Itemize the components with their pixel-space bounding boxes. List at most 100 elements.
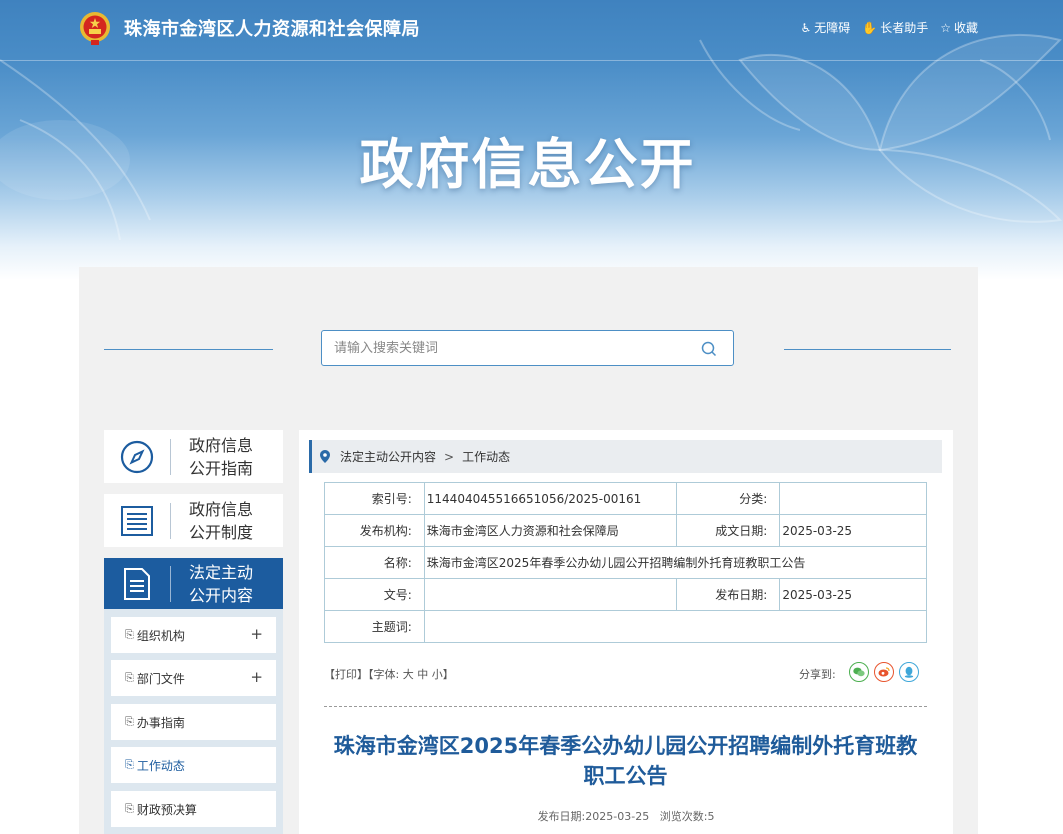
sub-item-organization[interactable]: ⎘ 组织机构 + <box>111 617 276 653</box>
weibo-icon <box>878 667 890 677</box>
compass-icon <box>120 440 154 473</box>
qq-share-button[interactable] <box>899 662 919 682</box>
weibo-share-button[interactable] <box>874 662 894 682</box>
content-panel: 法定主动公开内容 > 工作动态 索引号: 114404045516651056/… <box>299 430 953 834</box>
table-row: 文号: 发布日期: 2025-03-25 <box>324 578 927 611</box>
elder-helper-icon: ✋ <box>862 20 878 35</box>
article-meta: 发布日期:2025-03-25 浏览次数:5 <box>299 808 953 824</box>
nav-card-divider <box>170 438 171 475</box>
subject-value <box>423 610 928 643</box>
sub-item-label: 工作动态 <box>136 758 185 773</box>
print-button[interactable]: 【打印】 <box>324 668 368 681</box>
search-box <box>321 330 734 366</box>
nav-card-label: 政府信息 公开指南 <box>189 435 254 478</box>
created-date-value: 2025-03-25 <box>779 514 927 547</box>
sub-item-label: 办事指南 <box>136 715 185 730</box>
wechat-share-button[interactable] <box>849 662 869 682</box>
search-icon[interactable] <box>701 341 717 357</box>
nav-card-label: 法定主动 公开内容 <box>189 563 254 605</box>
nav-card-divider <box>170 502 171 539</box>
breadcrumb: 法定主动公开内容 > 工作动态 <box>309 440 942 473</box>
sub-item-budget[interactable]: ⎘ 财政预决算 <box>111 791 276 827</box>
category-label: 分类: <box>675 482 781 515</box>
article-views-label: 浏览次数: <box>659 810 708 823</box>
accessibility-icon: ♿ <box>800 20 812 35</box>
publisher-value: 珠海市金湾区人力资源和社会保障局 <box>423 514 677 547</box>
table-row: 发布机构: 珠海市金湾区人力资源和社会保障局 成文日期: 2025-03-25 <box>324 514 927 547</box>
publish-date-label: 发布日期: <box>675 578 781 611</box>
hero-title: 政府信息公开 <box>359 133 696 196</box>
accessibility-label: 无障碍 <box>814 21 851 35</box>
national-emblem-icon <box>80 12 110 45</box>
nav-card-active-content[interactable]: 法定主动 公开内容 <box>104 558 283 610</box>
article-views: 5 <box>707 810 715 823</box>
doc-number-label: 文号: <box>324 578 425 611</box>
subject-label: 主题词: <box>324 610 425 643</box>
sub-item-work-news[interactable]: ⎘ 工作动态 <box>111 747 276 783</box>
document-small-icon: ⎘ <box>125 628 134 641</box>
header-banner: 珠海市金湾区人力资源和社会保障局 ♿ 无障碍 ✋ 长者助手 ☆ 收藏 政府信息公… <box>0 0 1063 280</box>
search-divider-right <box>784 349 951 350</box>
publish-date-value: 2025-03-25 <box>779 578 927 611</box>
sub-item-label: 财政预决算 <box>136 802 197 817</box>
name-label: 名称: <box>324 546 425 579</box>
wechat-icon <box>853 667 865 677</box>
nav-card-guide[interactable]: 政府信息 公开指南 <box>104 430 283 483</box>
document-small-icon: ⎘ <box>125 802 134 815</box>
article-tools: 【打印】【字体: 大 中 小】 <box>324 666 454 682</box>
table-row: 索引号: 114404045516651056/2025-00161 分类: <box>324 482 927 515</box>
document-small-icon: ⎘ <box>125 758 134 771</box>
category-value <box>779 482 927 515</box>
table-row: 主题词: <box>324 610 928 643</box>
document-small-icon: ⎘ <box>125 671 134 684</box>
expand-plus-icon[interactable]: + <box>250 625 263 643</box>
nav-card-system[interactable]: 政府信息 公开制度 <box>104 494 283 547</box>
share-label: 分享到: <box>799 668 836 681</box>
name-value: 珠海市金湾区2025年春季公办幼儿园公开招聘编制外托育班教职工公告 <box>423 546 928 579</box>
info-table: 索引号: 114404045516651056/2025-00161 分类: 发… <box>324 482 928 643</box>
font-size-close: 】 <box>442 668 454 681</box>
document-small-icon: ⎘ <box>125 715 134 728</box>
expand-plus-icon[interactable]: + <box>250 668 263 686</box>
location-pin-icon <box>320 450 330 463</box>
main-container: 政府信息 公开指南 政府信息 公开制度 法定主动 公开内容 <box>79 267 978 834</box>
table-row: 名称: 珠海市金湾区2025年春季公办幼儿园公开招聘编制外托育班教职工公告 <box>324 546 928 579</box>
elder-helper-label: 长者助手 <box>880 21 929 35</box>
sub-menu-panel: ⎘ 组织机构 + ⎘ 部门文件 + ⎘ 办事指南 ⎘ 工作动态 ⎘ 财政预决算 <box>104 609 283 834</box>
sub-item-label: 组织机构 <box>136 628 185 643</box>
site-title[interactable]: 珠海市金湾区人力资源和社会保障局 <box>124 15 420 41</box>
elder-helper-link[interactable]: ✋ 长者助手 <box>862 19 928 36</box>
font-small-button[interactable]: 小 <box>432 668 443 681</box>
index-label: 索引号: <box>324 482 425 515</box>
font-medium-button[interactable]: 中 <box>417 668 428 681</box>
breadcrumb-item[interactable]: 法定主动公开内容 <box>340 448 436 465</box>
star-icon: ☆ <box>940 20 951 35</box>
qq-icon <box>904 666 914 678</box>
favorite-label: 收藏 <box>953 21 978 35</box>
favorite-link[interactable]: ☆ 收藏 <box>940 19 978 36</box>
list-icon <box>121 505 153 536</box>
document-icon <box>124 568 150 600</box>
font-size-label: 【字体: <box>368 668 400 681</box>
content-divider <box>324 706 927 707</box>
doc-number-value <box>423 578 677 611</box>
search-divider-left <box>104 349 273 350</box>
accessibility-link[interactable]: ♿ 无障碍 <box>800 19 850 36</box>
sub-item-label: 部门文件 <box>136 671 185 686</box>
publisher-label: 发布机构: <box>324 514 425 547</box>
top-links: ♿ 无障碍 ✋ 长者助手 ☆ 收藏 <box>800 19 978 36</box>
index-value: 114404045516651056/2025-00161 <box>423 482 677 515</box>
nav-card-label: 政府信息 公开制度 <box>189 499 254 542</box>
created-date-label: 成文日期: <box>675 514 781 547</box>
sub-item-service-guide[interactable]: ⎘ 办事指南 <box>111 704 276 740</box>
article-date-label: 发布日期: <box>537 810 586 823</box>
breadcrumb-separator: > <box>444 449 455 464</box>
header-divider <box>0 60 1063 61</box>
search-input[interactable] <box>322 331 682 365</box>
breadcrumb-item[interactable]: 工作动态 <box>462 448 510 465</box>
sub-item-department-files[interactable]: ⎘ 部门文件 + <box>111 660 276 696</box>
article-date: 2025-03-25 <box>585 810 650 823</box>
article-title: 珠海市金湾区2025年春季公办幼儿园公开招聘编制外托育班教职工公告 <box>333 734 918 788</box>
nav-card-divider <box>170 566 171 602</box>
font-large-button[interactable]: 大 <box>403 668 414 681</box>
